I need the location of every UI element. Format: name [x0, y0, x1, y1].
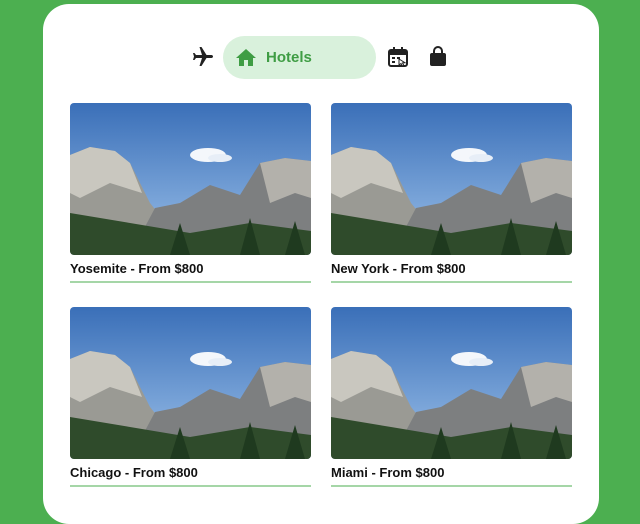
listing-divider	[331, 281, 572, 283]
listing-caption: New York - From $800	[331, 261, 466, 276]
top-nav: Hotels	[43, 32, 599, 82]
mountain-photo	[331, 103, 572, 255]
bag-tab[interactable]	[423, 42, 453, 72]
listing-photo	[70, 307, 311, 459]
mountain-photo	[331, 307, 572, 459]
shopping-bag-icon	[430, 46, 446, 66]
hotels-tab-label: Hotels	[266, 49, 312, 66]
flights-tab[interactable]	[188, 42, 218, 72]
listing-divider	[331, 485, 572, 487]
listing-photo	[331, 307, 572, 459]
mountain-photo	[70, 103, 311, 255]
listing-divider	[70, 281, 311, 283]
calendar-icon	[388, 47, 408, 67]
listing-caption: Chicago - From $800	[70, 465, 198, 480]
home-icon	[236, 48, 256, 66]
listing-photo	[331, 103, 572, 255]
airplane-icon	[193, 47, 213, 66]
app-card: Hotels Yosemite - From $800 New York - F…	[43, 4, 599, 524]
listing-divider	[70, 485, 311, 487]
mountain-photo	[70, 307, 311, 459]
listing-caption: Yosemite - From $800	[70, 261, 204, 276]
calendar-tab[interactable]	[383, 42, 413, 72]
listing-caption: Miami - From $800	[331, 465, 445, 480]
listing-photo	[70, 103, 311, 255]
hotels-tab[interactable]: Hotels	[223, 36, 376, 79]
